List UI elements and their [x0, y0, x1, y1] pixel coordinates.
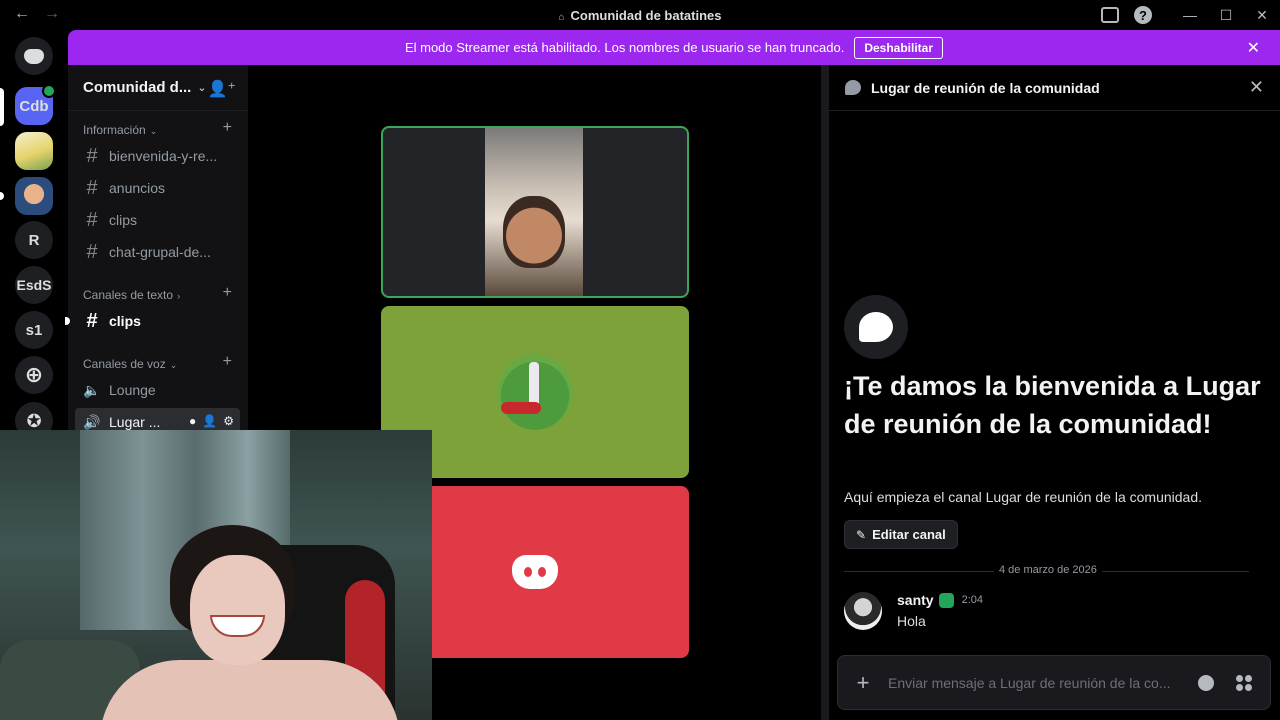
create-channel-icon[interactable]: +: [223, 284, 232, 302]
hash-icon: #: [86, 309, 98, 332]
unread-indicator: [0, 192, 4, 200]
hash-icon: #: [86, 176, 98, 199]
discord-logo-icon: [512, 555, 558, 589]
message-input-bar: + Enviar mensaje a Lugar de reunión de l…: [837, 655, 1271, 710]
avatar[interactable]: [844, 592, 882, 630]
server-esds[interactable]: EsdS: [15, 266, 53, 304]
emoji-icon[interactable]: [1198, 674, 1214, 691]
hash-icon: #: [86, 208, 98, 231]
close-banner-icon[interactable]: ✕: [1247, 38, 1260, 58]
hash-icon: #: [86, 240, 98, 263]
guild-name: Comunidad d...: [83, 79, 192, 96]
channel-bienvenida[interactable]: # bienvenida-y-re...: [83, 142, 217, 170]
message-text: Hola: [897, 613, 926, 629]
create-channel-icon[interactable]: +: [223, 119, 232, 137]
unread-indicator: [65, 317, 70, 325]
guild-header[interactable]: Comunidad d... ⌄ 👤⁺: [68, 65, 248, 111]
voice-activity-badge-icon: [42, 84, 56, 98]
channel-clips-text[interactable]: # clips: [83, 307, 140, 335]
category-info[interactable]: Información ⌄: [83, 123, 157, 137]
pencil-icon: ✎: [856, 527, 867, 542]
channel-clips-info[interactable]: # clips: [83, 206, 137, 234]
speaker-icon: 🔈: [83, 381, 101, 398]
chat-header-title: Lugar de reunión de la comunidad: [871, 79, 1100, 96]
maximize-button[interactable]: ☐: [1208, 0, 1244, 30]
category-text[interactable]: Canales de texto ›: [83, 288, 180, 302]
create-channel-icon[interactable]: +: [223, 353, 232, 371]
chevron-right-icon: ›: [177, 291, 181, 301]
server-s1[interactable]: s1: [15, 311, 53, 349]
attach-plus-icon[interactable]: +: [838, 670, 888, 696]
streamer-mode-banner: El modo Streamer está habilitado. Los no…: [68, 30, 1280, 65]
voice-text-chat-panel: Lugar de reunión de la comunidad ✕ ¡Te d…: [829, 65, 1280, 720]
member-badge-icon: [938, 592, 954, 608]
chevron-down-icon: ⌄: [169, 360, 178, 370]
server-r[interactable]: R: [15, 221, 53, 259]
title-bar: ← → ⌂ Comunidad de batatines ? — ☐ ✕: [0, 0, 1280, 30]
close-window-button[interactable]: ✕: [1244, 0, 1280, 30]
date-separator: 4 de marzo de 2026: [844, 564, 1249, 576]
welcome-title: ¡Te damos la bienvenida a Lugar de reuni…: [844, 371, 1261, 439]
channel-anuncios[interactable]: # anuncios: [83, 174, 165, 202]
video-tile-camera[interactable]: [381, 126, 689, 298]
discord-home-icon[interactable]: [15, 37, 53, 75]
speaker-active-icon: 🔊: [83, 413, 101, 430]
discord-small-icon: ⌂: [558, 12, 565, 23]
chat-header: Lugar de reunión de la comunidad ✕: [829, 65, 1280, 111]
chat-bubble-icon: [845, 80, 861, 95]
message-author: santy 2:04: [897, 592, 983, 608]
server-avatar-2[interactable]: [15, 132, 53, 170]
welcome-chat-icon: [844, 295, 908, 359]
invite-people-icon[interactable]: 👤⁺: [208, 79, 236, 99]
settings-gear-icon[interactable]: ⚙: [223, 414, 234, 428]
message-input[interactable]: Enviar mensaje a Lugar de reunión de la …: [888, 675, 1198, 691]
close-chat-icon[interactable]: ✕: [1249, 77, 1264, 98]
category-voice[interactable]: Canales de voz ⌄: [83, 357, 177, 371]
apps-icon[interactable]: [1236, 674, 1252, 691]
chevron-down-icon: ⌄: [149, 126, 158, 136]
selected-server-indicator: [0, 88, 4, 126]
server-avatar-3[interactable]: [15, 177, 53, 215]
chat-bubble-icon[interactable]: ●: [189, 414, 196, 428]
help-icon[interactable]: ?: [1134, 6, 1152, 24]
disable-streamer-button[interactable]: Deshabilitar: [854, 36, 944, 59]
inbox-icon[interactable]: [1101, 7, 1119, 23]
minimize-button[interactable]: —: [1172, 0, 1208, 30]
add-server-icon[interactable]: ⊕: [15, 356, 53, 394]
banner-text: El modo Streamer está habilitado. Los no…: [404, 40, 845, 55]
welcome-subtitle: Aquí empieza el canal Lugar de reunión d…: [844, 489, 1203, 505]
participant-video: [485, 128, 583, 296]
chevron-down-icon: ⌄: [197, 82, 207, 94]
message-timestamp: 2:04: [961, 594, 983, 606]
window-title: ⌂ Comunidad de batatines: [558, 8, 722, 23]
panel-divider[interactable]: [821, 65, 829, 720]
streamer-webcam-overlay: [0, 430, 432, 720]
server-cdb[interactable]: Cdb: [15, 84, 56, 125]
voice-channel-lounge[interactable]: 🔈 Lounge: [83, 376, 156, 404]
channel-chat-grupal[interactable]: # chat-grupal-de...: [83, 238, 211, 266]
invite-icon[interactable]: 👤: [202, 414, 217, 428]
hash-icon: #: [86, 144, 98, 167]
edit-channel-button[interactable]: ✎ Editar canal: [844, 520, 958, 549]
